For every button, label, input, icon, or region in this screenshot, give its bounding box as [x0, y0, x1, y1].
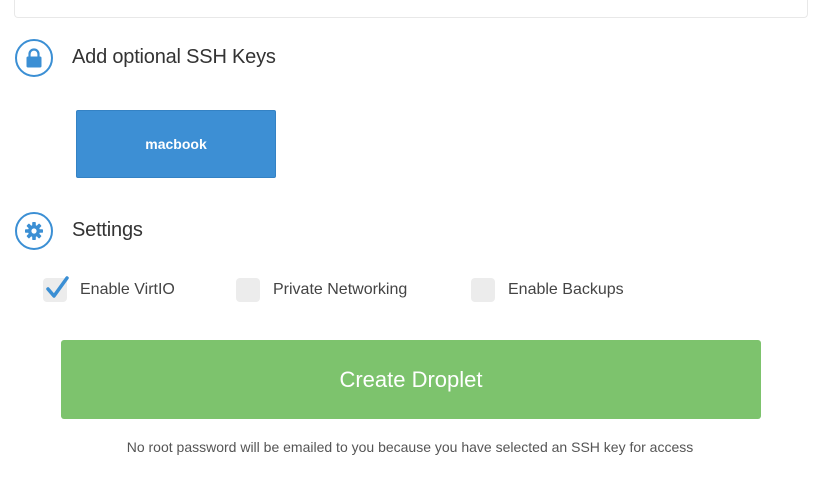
backups-checkbox[interactable] — [471, 278, 495, 302]
ssh-key-macbook[interactable]: macbook — [76, 110, 276, 178]
previous-section-panel — [14, 0, 808, 18]
option-enable-backups[interactable]: Enable Backups — [471, 278, 624, 302]
option-label: Private Networking — [273, 281, 408, 298]
option-label: Enable VirtIO — [80, 281, 175, 298]
ssh-note: No root password will be emailed to you … — [126, 439, 694, 455]
ssh-section-icon-circle — [15, 39, 53, 77]
option-private-networking[interactable]: Private Networking — [236, 278, 407, 302]
option-label: Enable Backups — [508, 281, 624, 298]
gear-icon — [25, 222, 43, 240]
ssh-section-title: Add optional SSH Keys — [72, 46, 276, 68]
settings-section-title: Settings — [72, 219, 143, 241]
settings-section-icon-circle — [15, 212, 53, 250]
lock-icon — [26, 48, 42, 68]
option-enable-virtio[interactable]: Enable VirtIO — [43, 276, 175, 302]
create-droplet-button[interactable]: Create Droplet — [61, 340, 761, 419]
virtio-checkbox[interactable] — [43, 276, 69, 302]
private-networking-checkbox[interactable] — [236, 278, 260, 302]
checkmark-icon — [46, 276, 69, 298]
